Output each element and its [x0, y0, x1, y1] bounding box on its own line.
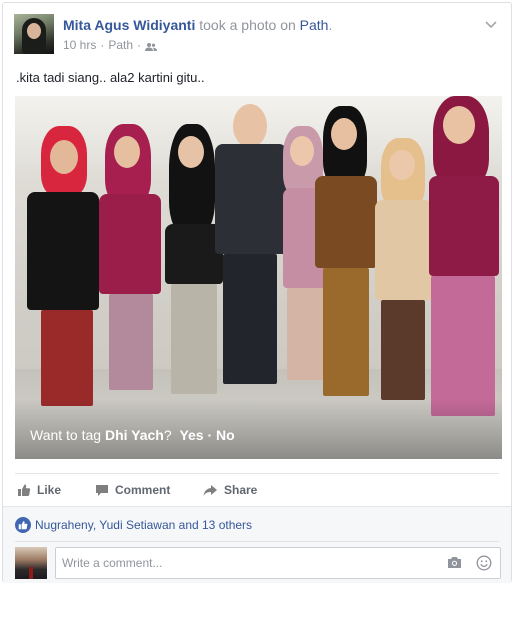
tag-no-button[interactable]: No	[216, 427, 235, 443]
post-card: Mita Agus Widiyanti took a photo on Path…	[2, 2, 512, 583]
like-label: Like	[37, 483, 62, 497]
share-arrow-icon	[203, 484, 218, 497]
comment-box[interactable]	[55, 547, 501, 579]
tag-question-mark: ?	[163, 427, 172, 443]
tag-suggestion: Want to tag Dhi Yach? Yes · No	[30, 427, 235, 443]
comment-button[interactable]: Comment	[95, 483, 170, 497]
share-button[interactable]: Share	[203, 483, 257, 497]
post-title-line: Mita Agus Widiyanti took a photo on Path…	[63, 17, 332, 33]
tag-separator: ·	[207, 427, 213, 443]
comment-label: Comment	[115, 483, 171, 497]
post-meta: 10 hrs · Path ·	[63, 38, 158, 52]
likes-summary[interactable]: Nugraheny, Yudi Setiawan and 13 others	[15, 517, 252, 533]
tag-yes-button[interactable]: Yes	[179, 427, 203, 443]
post-actions-bar: Like Comment Share	[15, 473, 499, 505]
like-button[interactable]: Like	[17, 483, 61, 497]
post-action-text: took a photo on	[199, 17, 296, 33]
feedback-divider	[15, 541, 499, 542]
feedback-section: Nugraheny, Yudi Setiawan and 13 others	[3, 506, 511, 583]
thumbs-up-icon	[17, 483, 31, 497]
comment-input[interactable]	[62, 548, 432, 578]
post-timestamp[interactable]: 10 hrs	[63, 38, 96, 52]
smiley-icon[interactable]	[476, 555, 492, 576]
post-via[interactable]: Path	[108, 38, 133, 52]
camera-icon[interactable]	[447, 556, 462, 574]
post-photo[interactable]: Want to tag Dhi Yach? Yes · No	[15, 96, 502, 459]
title-period: .	[328, 17, 333, 33]
tag-suggested-name[interactable]: Dhi Yach	[105, 427, 164, 443]
post-body-text: .kita tadi siang.. ala2 kartini gitu..	[16, 70, 205, 85]
app-link[interactable]: Path	[300, 17, 329, 33]
share-label: Share	[224, 483, 258, 497]
author-name[interactable]: Mita Agus Widiyanti	[63, 17, 195, 33]
likers-text[interactable]: Nugraheny, Yudi Setiawan and 13 others	[35, 518, 252, 532]
meta-separator: ·	[137, 38, 142, 52]
post-header: Mita Agus Widiyanti took a photo on Path…	[14, 14, 501, 58]
chevron-down-icon[interactable]	[483, 16, 499, 32]
friends-icon[interactable]	[145, 41, 158, 51]
meta-separator: ·	[100, 38, 105, 52]
viewer-avatar[interactable]	[15, 547, 47, 579]
like-reaction-icon	[15, 517, 31, 533]
author-avatar[interactable]	[14, 14, 54, 54]
tag-prompt: Want to tag	[30, 427, 102, 443]
speech-bubble-icon	[95, 484, 109, 497]
